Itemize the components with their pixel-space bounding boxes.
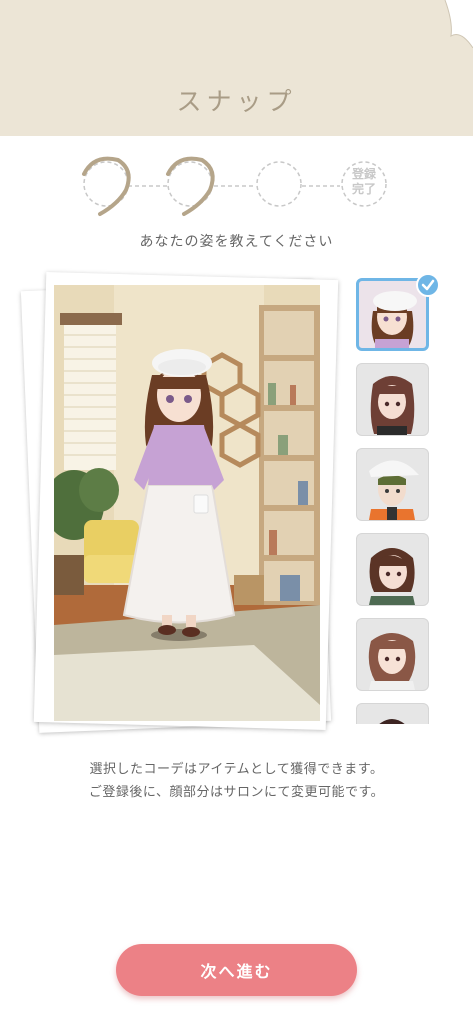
header: スナップ: [0, 0, 473, 136]
avatar-list[interactable]: [356, 276, 432, 724]
info-note-line-2: ご登録後に、顔部分はサロンにて変更可能です。: [88, 785, 385, 800]
step-2-done: [166, 156, 215, 216]
avatar-option-4[interactable]: [356, 533, 429, 606]
subtitle: あなたの姿を教えてください: [139, 234, 334, 250]
avatar-option-2[interactable]: [356, 363, 429, 436]
step-3-pending: [256, 161, 302, 207]
avatar-option-6[interactable]: [356, 703, 429, 724]
page-curl-icon: [444, 0, 473, 48]
avatar-option-5[interactable]: [356, 618, 429, 691]
avatar-option-3[interactable]: [356, 448, 429, 521]
info-note-line-1: 選択したコーデはアイテムとして獲得できます。: [89, 762, 384, 777]
page-title: スナップ: [176, 87, 297, 116]
selected-check-icon: [416, 273, 440, 297]
info-note: 選択したコーデはアイテムとして獲得できます。 ご登録後に、顔部分はサロンにて変更…: [0, 758, 473, 804]
step-complete-label: 登録 完了: [351, 167, 376, 196]
character-preview: [54, 285, 320, 721]
step-1-done: [82, 156, 131, 216]
next-button[interactable]: 次へ進む: [116, 944, 357, 996]
step-indicator: [82, 156, 387, 216]
